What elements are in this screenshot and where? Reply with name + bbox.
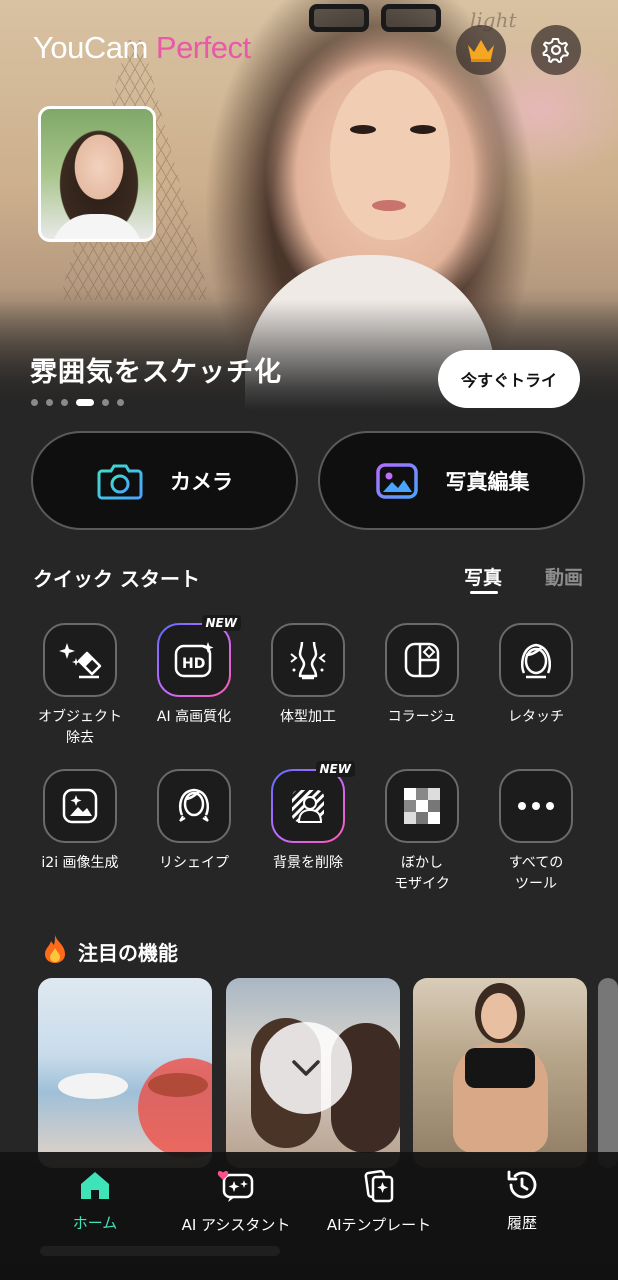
tab-photo-underline [470, 591, 498, 594]
gear-icon [542, 38, 569, 63]
svg-text:HD: HD [182, 656, 205, 672]
collage-icon [404, 642, 440, 678]
featured-card[interactable] [413, 978, 587, 1168]
new-badge: NEW [315, 761, 355, 777]
tool-label: 背景を削除 [273, 855, 343, 871]
hd-enhance-icon: HD [174, 642, 214, 678]
crown-icon [468, 40, 494, 62]
remove-background-icon [292, 790, 324, 823]
nav-home-label: ホーム [72, 1214, 118, 1232]
tool-icon-tile [385, 769, 459, 843]
object-removal-icon [59, 643, 102, 679]
image-generation-icon [62, 788, 98, 824]
settings-button[interactable] [531, 25, 581, 75]
body-shape-icon [290, 641, 326, 680]
featured-card[interactable] [38, 978, 212, 1168]
photo-edit-icon [375, 462, 418, 499]
tool-collage[interactable]: コラージュ [365, 623, 479, 728]
pager-dot[interactable] [46, 399, 53, 406]
hero-face [330, 70, 450, 240]
quick-start-title: クイック スタート [33, 567, 200, 591]
new-badge: NEW [201, 615, 241, 631]
tool-body-shape[interactable]: 体型加工 [251, 623, 365, 728]
pager-dot[interactable] [31, 399, 38, 406]
history-icon [507, 1170, 537, 1199]
tool-icon-tile [385, 623, 459, 697]
ai-template-icon [364, 1170, 394, 1203]
sunglasses-graphic [305, 4, 445, 36]
tool-icon-tile [43, 623, 117, 697]
tool-label: オブジェクト 除去 [38, 709, 122, 746]
tool-label: AI 高画質化 [156, 709, 232, 725]
try-now-button[interactable]: 今すぐトライ [438, 350, 580, 408]
tool-label: 体型加工 [280, 709, 336, 725]
chevron-down-icon [292, 1060, 320, 1076]
hero-original-thumbnail [38, 106, 156, 242]
more-icon [518, 802, 554, 810]
hat-graphic [58, 1073, 128, 1099]
tool-retouch[interactable]: レタッチ [479, 623, 593, 728]
hat-graphic [148, 1073, 208, 1097]
featured-card-peek[interactable] [598, 978, 618, 1168]
tool-reshape[interactable]: リシェイプ [137, 769, 251, 874]
pager-dot[interactable] [61, 399, 68, 406]
nav-ai-template-label: AIテンプレート [326, 1216, 432, 1234]
tool-icon-tile: HD NEW [157, 615, 241, 697]
top-graphic [465, 1048, 535, 1088]
photo-edit-button[interactable]: 写真編集 [318, 431, 585, 530]
tool-icon-tile [499, 623, 573, 697]
tool-icon-tile [271, 623, 345, 697]
tool-icon-tile [43, 769, 117, 843]
photo-edit-label: 写真編集 [445, 469, 530, 494]
pager-dot[interactable] [117, 399, 124, 406]
ai-assistant-icon [217, 1171, 254, 1202]
hero-eye-left [350, 125, 376, 134]
nav-history-label: 履歴 [506, 1214, 537, 1232]
fire-icon [45, 935, 65, 963]
nav-home[interactable]: ホーム [20, 1168, 170, 1233]
tool-label: ぼかし モザイク [394, 855, 450, 892]
home-icon [81, 1172, 109, 1199]
tool-ai-enhance[interactable]: HD NEW AI 高画質化 [137, 615, 251, 728]
tool-remove-background[interactable]: NEW 背景を削除 [251, 761, 365, 874]
featured-title: 注目の機能 [78, 941, 178, 965]
tool-image-generation[interactable]: i2i 画像生成 [23, 769, 137, 874]
tab-photo[interactable]: 写真 [464, 563, 502, 590]
tool-label: レタッチ [508, 709, 564, 725]
nav-history[interactable]: 履歴 [447, 1168, 597, 1233]
tool-object-removal[interactable]: オブジェクト 除去 [23, 623, 137, 749]
hero-headline: 雰囲気をスケッチ化 [30, 357, 282, 388]
nav-ai-template[interactable]: AIテンプレート [304, 1168, 454, 1235]
mosaic-icon [404, 788, 440, 824]
app-logo: YouCam Perfect [33, 30, 251, 66]
scroll-down-button[interactable] [260, 1022, 352, 1114]
camera-button[interactable]: カメラ [31, 431, 298, 530]
carousel-pager[interactable] [31, 399, 124, 406]
nav-ai-assistant[interactable]: AI アシスタント [161, 1168, 311, 1235]
reshape-icon [178, 788, 210, 822]
camera-icon [97, 464, 143, 499]
tool-label: すべての ツール [508, 855, 564, 892]
nav-ai-assistant-label: AI アシスタント [181, 1216, 291, 1234]
tool-label: i2i 画像生成 [41, 855, 119, 871]
pager-dot[interactable] [102, 399, 109, 406]
tool-blur-mosaic[interactable]: ぼかし モザイク [365, 769, 479, 895]
tool-icon-tile [157, 769, 231, 843]
pager-dot-active[interactable] [76, 399, 94, 406]
retouch-icon [520, 643, 552, 679]
tool-icon-tile: NEW [271, 761, 355, 843]
home-indicator [40, 1246, 280, 1256]
tab-video[interactable]: 動画 [545, 563, 583, 590]
logo-part-1: YouCam [33, 30, 156, 65]
tool-label: コラージュ [387, 709, 457, 725]
tool-icon-tile [499, 769, 573, 843]
tool-all-tools[interactable]: すべての ツール [479, 769, 593, 895]
logo-part-2: Perfect [155, 30, 251, 65]
hero-eye-right [410, 125, 436, 134]
tool-label: リシェイプ [159, 855, 229, 871]
hero-lips [372, 200, 406, 211]
camera-label: カメラ [170, 469, 233, 494]
premium-button[interactable] [456, 25, 506, 75]
face-graphic [481, 993, 517, 1039]
